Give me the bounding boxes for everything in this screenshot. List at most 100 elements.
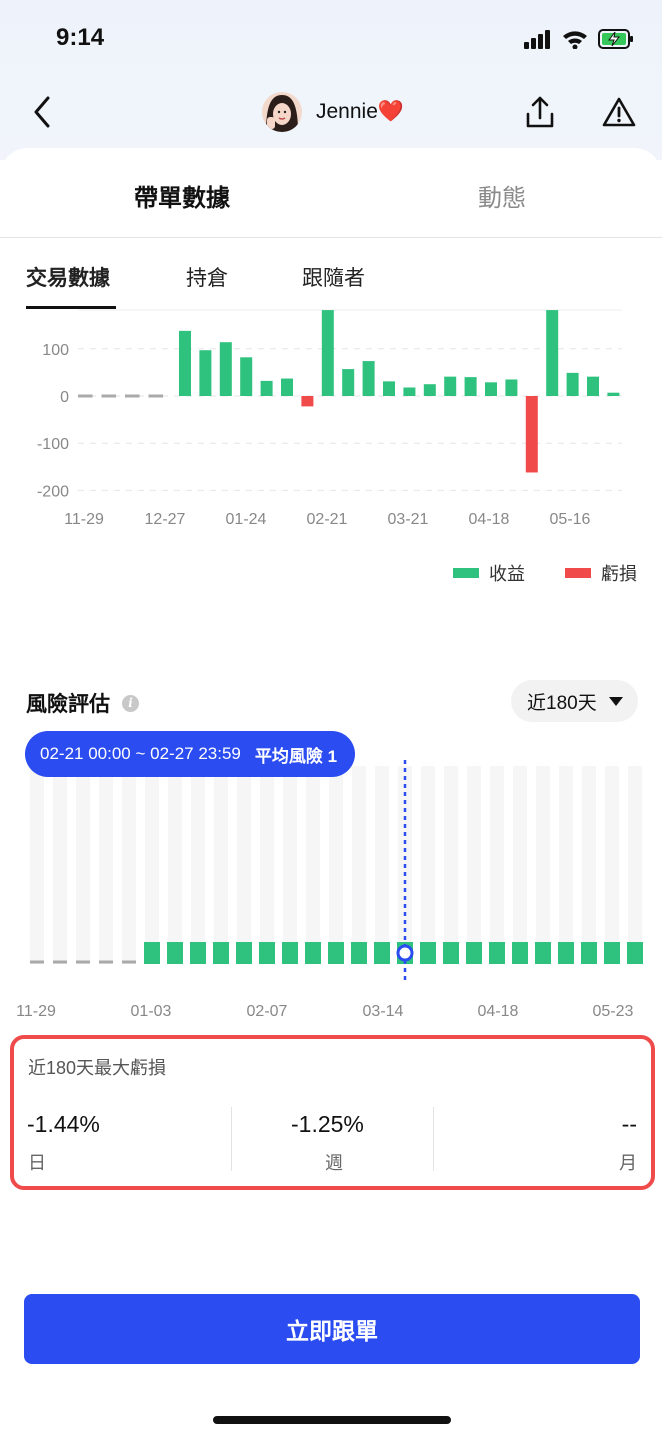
max-drawdown-panel: 近180天最大虧損 -1.44% 日 -1.25% 週 -- 月 [10,1035,655,1190]
x-tick-label: 02-21 [307,511,348,528]
heart-emoji: ❤️ [377,100,405,123]
risk-track [53,766,67,964]
profit-bar [342,369,355,396]
risk-track [283,766,297,964]
info-icon[interactable]: i [122,694,139,712]
risk-track [490,766,504,964]
profit-bar [444,376,457,396]
legend-loss: 虧損 [565,560,637,586]
risk-track [628,766,642,964]
risk-track [30,766,44,964]
profit-bar [587,376,599,396]
risk-bar [236,942,252,964]
x-tick-label: 03-21 [388,511,429,528]
drawdown-daily-value: -1.44% [27,1111,100,1137]
wifi-icon [563,31,587,49]
status-time: 9:14 [56,24,105,51]
risk-bar [604,942,620,964]
caret-down-icon [608,696,623,706]
risk-bar [305,942,321,964]
copy-trade-button[interactable]: 立即跟單 [24,1294,640,1364]
risk-bar [190,942,206,964]
profit-bar [403,387,416,396]
x-tick-label: 11-29 [64,511,104,528]
tab-copy-trading-data[interactable]: 帶單數據 [134,178,230,213]
share-icon[interactable] [522,92,558,132]
trader-name-text: Jennie [316,100,378,123]
risk-track [122,766,136,964]
tab-positions[interactable]: 持倉 [186,262,228,292]
risk-tooltip: 02-21 00:00 ~ 02-27 23:59 平均風險 1 [25,731,356,777]
divider [433,1107,434,1171]
period-dropdown[interactable]: 近180天 [511,680,638,722]
risk-track [421,766,435,964]
home-indicator [213,1416,451,1424]
risk-bar [144,942,160,964]
status-icons [524,28,634,50]
x-tick-label: 05-23 [593,1003,634,1020]
y-tick-label: 0 [60,389,69,406]
x-tick-label: 01-24 [226,511,267,528]
tooltip-value: 平均風險 1 [254,746,338,766]
risk-track [605,766,619,964]
risk-bar [535,942,551,964]
tab-followers[interactable]: 跟隨者 [302,262,365,292]
y-tick-label: -100 [37,436,69,453]
risk-track [76,766,90,964]
nav-bar: Jennie❤️ [0,82,662,142]
risk-bar [443,942,459,964]
cellular-signal-icon [524,30,550,49]
tab-activity[interactable]: 動態 [478,178,526,213]
profit-bar [383,381,395,396]
loss-bar [301,396,314,407]
profit-bar [485,382,497,396]
risk-track [582,766,596,964]
y-tick-label: -200 [37,483,69,500]
profit-bar [219,342,232,396]
trader-name: Jennie❤️ [316,100,404,124]
risk-chart[interactable]: 11-29 01-03 02-07 03-14 04-18 05-23 [0,760,662,1026]
period-value: 近180天 [527,692,597,714]
profit-bar [321,310,334,396]
risk-track [559,766,573,964]
risk-track [329,766,343,964]
drawdown-weekly-value: -1.25% [291,1111,364,1137]
loss-bar [525,396,538,473]
profit-bar [566,372,579,396]
avatar [262,92,302,132]
risk-bar [213,942,229,964]
profit-bar [546,310,559,396]
warning-icon[interactable] [600,92,638,132]
x-tick-label: 04-18 [469,511,510,528]
profit-bar [362,361,375,396]
risk-track [168,766,182,964]
profit-bar [423,384,436,396]
profit-bar [240,357,253,396]
risk-bar [328,942,344,964]
tooltip-range: 02-21 00:00 ~ 02-27 23:59 [40,744,241,763]
risk-bar [489,942,505,964]
main-tabs: 帶單數據 動態 [0,150,662,238]
risk-bar [420,942,436,964]
risk-track [375,766,389,964]
risk-track [306,766,320,964]
risk-track [145,766,159,964]
legend-loss-swatch [565,568,591,578]
drawdown-weekly-label: 週 [325,1153,343,1173]
risk-bar [512,942,528,964]
risk-bar [466,942,482,964]
x-tick-label: 11-29 [16,1003,56,1020]
trader-profile[interactable]: Jennie❤️ [262,92,404,132]
x-tick-label: 04-18 [478,1003,519,1020]
risk-bar [282,942,298,964]
risk-track [191,766,205,964]
battery-charging-icon [598,29,633,49]
tab-trading-data[interactable]: 交易數據 [26,262,110,292]
drawdown-monthly-label: 月 [619,1153,637,1173]
chevron-left-icon[interactable] [26,92,62,132]
selection-marker [396,944,414,962]
pnl-bar-chart: 100 0 -100 -200 11-29 12-27 01-24 02-21 03-21 04-… [37,309,622,528]
profit-bar [281,378,293,396]
legend-profit-label: 收益 [489,564,525,584]
risk-track [237,766,251,964]
